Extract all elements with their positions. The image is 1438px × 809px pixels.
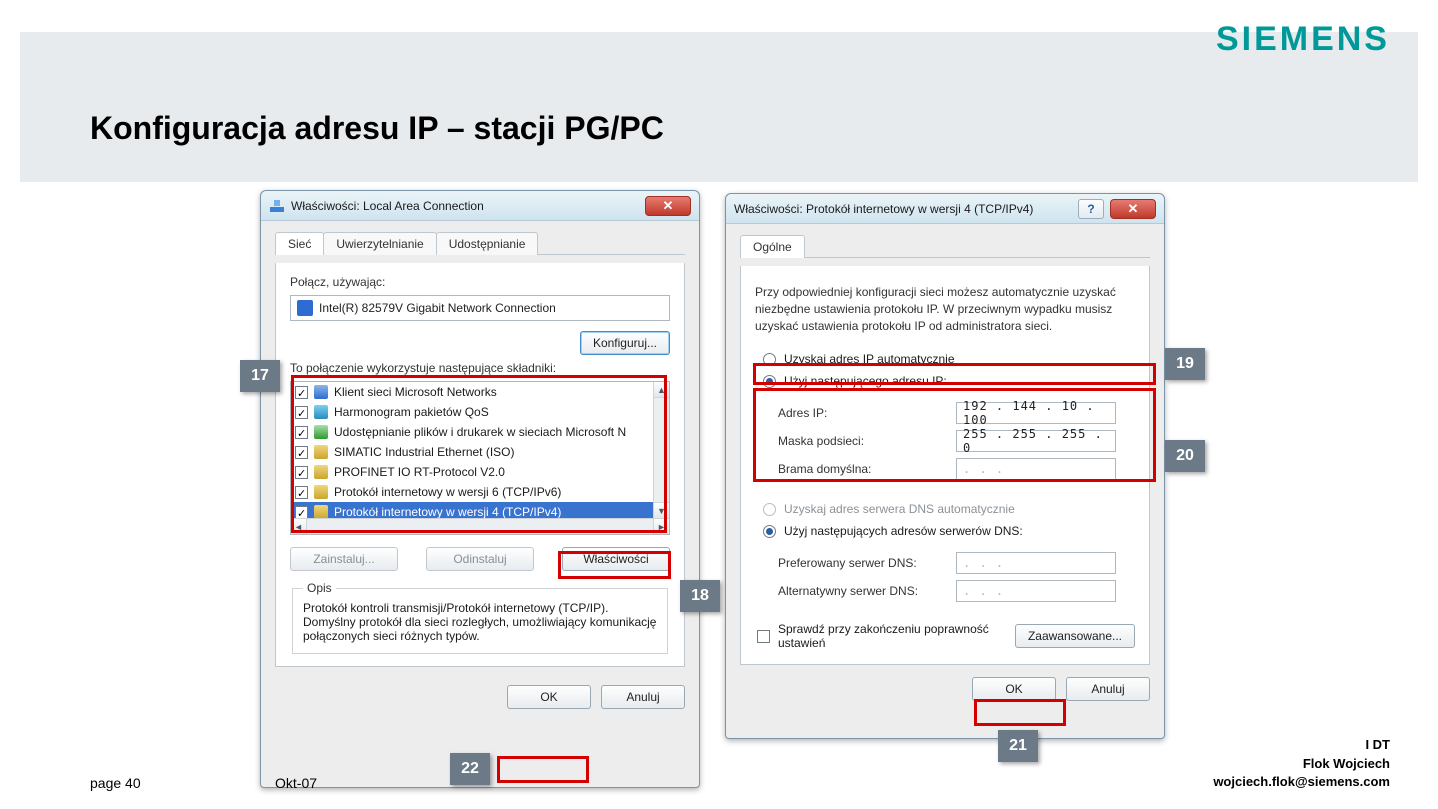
share-icon	[314, 425, 328, 439]
list-item[interactable]: Harmonogram pakietów QoS	[334, 405, 489, 419]
radio-manual-dns-label: Użyj następujących adresów serwerów DNS:	[784, 524, 1023, 538]
radio-manual-dns[interactable]: Użyj następujących adresów serwerów DNS:	[755, 520, 1135, 542]
callout-17: 17	[240, 360, 280, 392]
radio-manual-ip-label: Użyj następującego adresu IP:	[784, 374, 947, 388]
ok-button[interactable]: OK	[972, 677, 1056, 701]
protocol-icon	[314, 505, 328, 519]
uninstall-button[interactable]: Odinstaluj	[426, 547, 534, 571]
client-icon	[314, 385, 328, 399]
tab-uwierzytelnianie[interactable]: Uwierzytelnianie	[323, 232, 436, 255]
radio-icon	[763, 525, 776, 538]
nic-icon	[297, 300, 313, 316]
description-legend: Opis	[303, 581, 336, 595]
nic-field[interactable]: Intel(R) 82579V Gigabit Network Connecti…	[290, 295, 670, 321]
gateway-input[interactable]: . . .	[956, 458, 1116, 480]
dialog2-tabs: Ogólne	[740, 234, 1150, 258]
components-label: To połączenie wykorzystuje następujące s…	[290, 361, 670, 375]
protocol-icon	[314, 445, 328, 459]
callout-18: 18	[680, 580, 720, 612]
install-button[interactable]: Zainstaluj...	[290, 547, 398, 571]
description-text: Protokół kontroli transmisji/Protokół in…	[303, 601, 657, 643]
protocol-icon	[314, 465, 328, 479]
callout-19: 19	[1165, 348, 1205, 380]
footer-email: wojciech.flok@siemens.com	[1213, 773, 1390, 791]
footer-author: I DT Flok Wojciech wojciech.flok@siemens…	[1213, 736, 1390, 791]
list-item[interactable]: PROFINET IO RT-Protocol V2.0	[334, 465, 505, 479]
slide: SIEMENS Konfiguracja adresu IP – stacji …	[0, 0, 1438, 809]
title-bar-bg	[20, 32, 1418, 182]
ip-label: Adres IP:	[756, 406, 956, 420]
close-icon[interactable]: ✕	[645, 196, 691, 216]
radio-icon	[763, 375, 776, 388]
help-icon[interactable]: ?	[1078, 199, 1104, 219]
cancel-button[interactable]: Anuluj	[1066, 677, 1150, 701]
ok-button[interactable]: OK	[507, 685, 591, 709]
callout-22: 22	[450, 753, 490, 785]
components-list[interactable]: Klient sieci Microsoft Networks Harmonog…	[290, 381, 670, 535]
ip-input[interactable]: 192 . 144 . 10 . 100	[956, 402, 1116, 424]
configure-button[interactable]: Konfiguruj...	[580, 331, 670, 355]
brand-logo: SIEMENS	[1216, 20, 1390, 59]
radio-auto-ip[interactable]: Uzyskaj adres IP automatycznie	[755, 348, 1135, 370]
tab-siec[interactable]: Sieć	[275, 232, 324, 255]
network-icon	[269, 198, 285, 214]
dns-pref-label: Preferowany serwer DNS:	[756, 556, 956, 570]
radio-icon	[763, 503, 776, 516]
dialog-ipv4-properties: Właściwości: Protokół internetowy w wers…	[725, 193, 1165, 739]
dialog1-titlebar[interactable]: Właściwości: Local Area Connection ✕	[261, 191, 699, 221]
checkbox-icon	[757, 630, 770, 643]
dialog2-titlebar[interactable]: Właściwości: Protokół internetowy w wers…	[726, 194, 1164, 224]
advanced-button[interactable]: Zaawansowane...	[1015, 624, 1135, 648]
dialog-lan-properties: Właściwości: Local Area Connection ✕ Sie…	[260, 190, 700, 788]
dns-alt-label: Alternatywny serwer DNS:	[756, 584, 956, 598]
radio-manual-ip[interactable]: Użyj następującego adresu IP:	[755, 370, 1135, 392]
validate-checkbox[interactable]: Sprawdź przy zakończeniu poprawność usta…	[755, 625, 1005, 647]
connect-using-label: Połącz, używając:	[290, 275, 670, 289]
nic-name: Intel(R) 82579V Gigabit Network Connecti…	[319, 301, 556, 315]
footer-dept: I DT	[1213, 736, 1390, 754]
dns-alt-input[interactable]: . . .	[956, 580, 1116, 602]
callout-21: 21	[998, 730, 1038, 762]
list-item[interactable]: SIMATIC Industrial Ethernet (ISO)	[334, 445, 515, 459]
gateway-label: Brama domyślna:	[756, 462, 956, 476]
footer-page: page 40	[90, 775, 141, 791]
dialog1-title: Właściwości: Local Area Connection	[291, 199, 484, 213]
scrollbar-horizontal[interactable]: ◄►	[291, 518, 669, 534]
radio-auto-dns-label: Uzyskaj adres serwera DNS automatycznie	[784, 502, 1015, 516]
list-item[interactable]: Udostępnianie plików i drukarek w siecia…	[334, 425, 626, 439]
dns-pref-input[interactable]: . . .	[956, 552, 1116, 574]
properties-button[interactable]: Właściwości	[562, 547, 670, 571]
mask-label: Maska podsieci:	[756, 434, 956, 448]
ipv4-description: Przy odpowiedniej konfiguracji sieci moż…	[755, 284, 1135, 334]
callout-20: 20	[1165, 440, 1205, 472]
dialog2-title: Właściwości: Protokół internetowy w wers…	[734, 202, 1033, 216]
dialog1-tabs: Sieć Uwierzytelnianie Udostępnianie	[275, 231, 685, 255]
protocol-icon	[314, 485, 328, 499]
scrollbar-vertical[interactable]: ▲▼	[653, 382, 669, 518]
validate-label: Sprawdź przy zakończeniu poprawność usta…	[778, 622, 998, 651]
radio-auto-ip-label: Uzyskaj adres IP automatycznie	[784, 352, 955, 366]
radio-icon	[763, 353, 776, 366]
tab-ogolne[interactable]: Ogólne	[740, 235, 805, 258]
close-icon[interactable]: ✕	[1110, 199, 1156, 219]
tab-udostepnianie[interactable]: Udostępnianie	[436, 232, 539, 255]
list-item[interactable]: Protokół internetowy w wersji 6 (TCP/IPv…	[334, 485, 561, 499]
qos-icon	[314, 405, 328, 419]
footer-date: Okt-07	[275, 775, 317, 791]
cancel-button[interactable]: Anuluj	[601, 685, 685, 709]
list-item[interactable]: Klient sieci Microsoft Networks	[334, 385, 497, 399]
description-box: Opis Protokół kontroli transmisji/Protok…	[292, 581, 668, 654]
footer-name: Flok Wojciech	[1213, 755, 1390, 773]
slide-title: Konfiguracja adresu IP – stacji PG/PC	[90, 110, 664, 147]
list-item-selected[interactable]: Protokół internetowy w wersji 4 (TCP/IPv…	[334, 505, 561, 519]
mask-input[interactable]: 255 . 255 . 255 . 0	[956, 430, 1116, 452]
radio-auto-dns: Uzyskaj adres serwera DNS automatycznie	[755, 498, 1135, 520]
